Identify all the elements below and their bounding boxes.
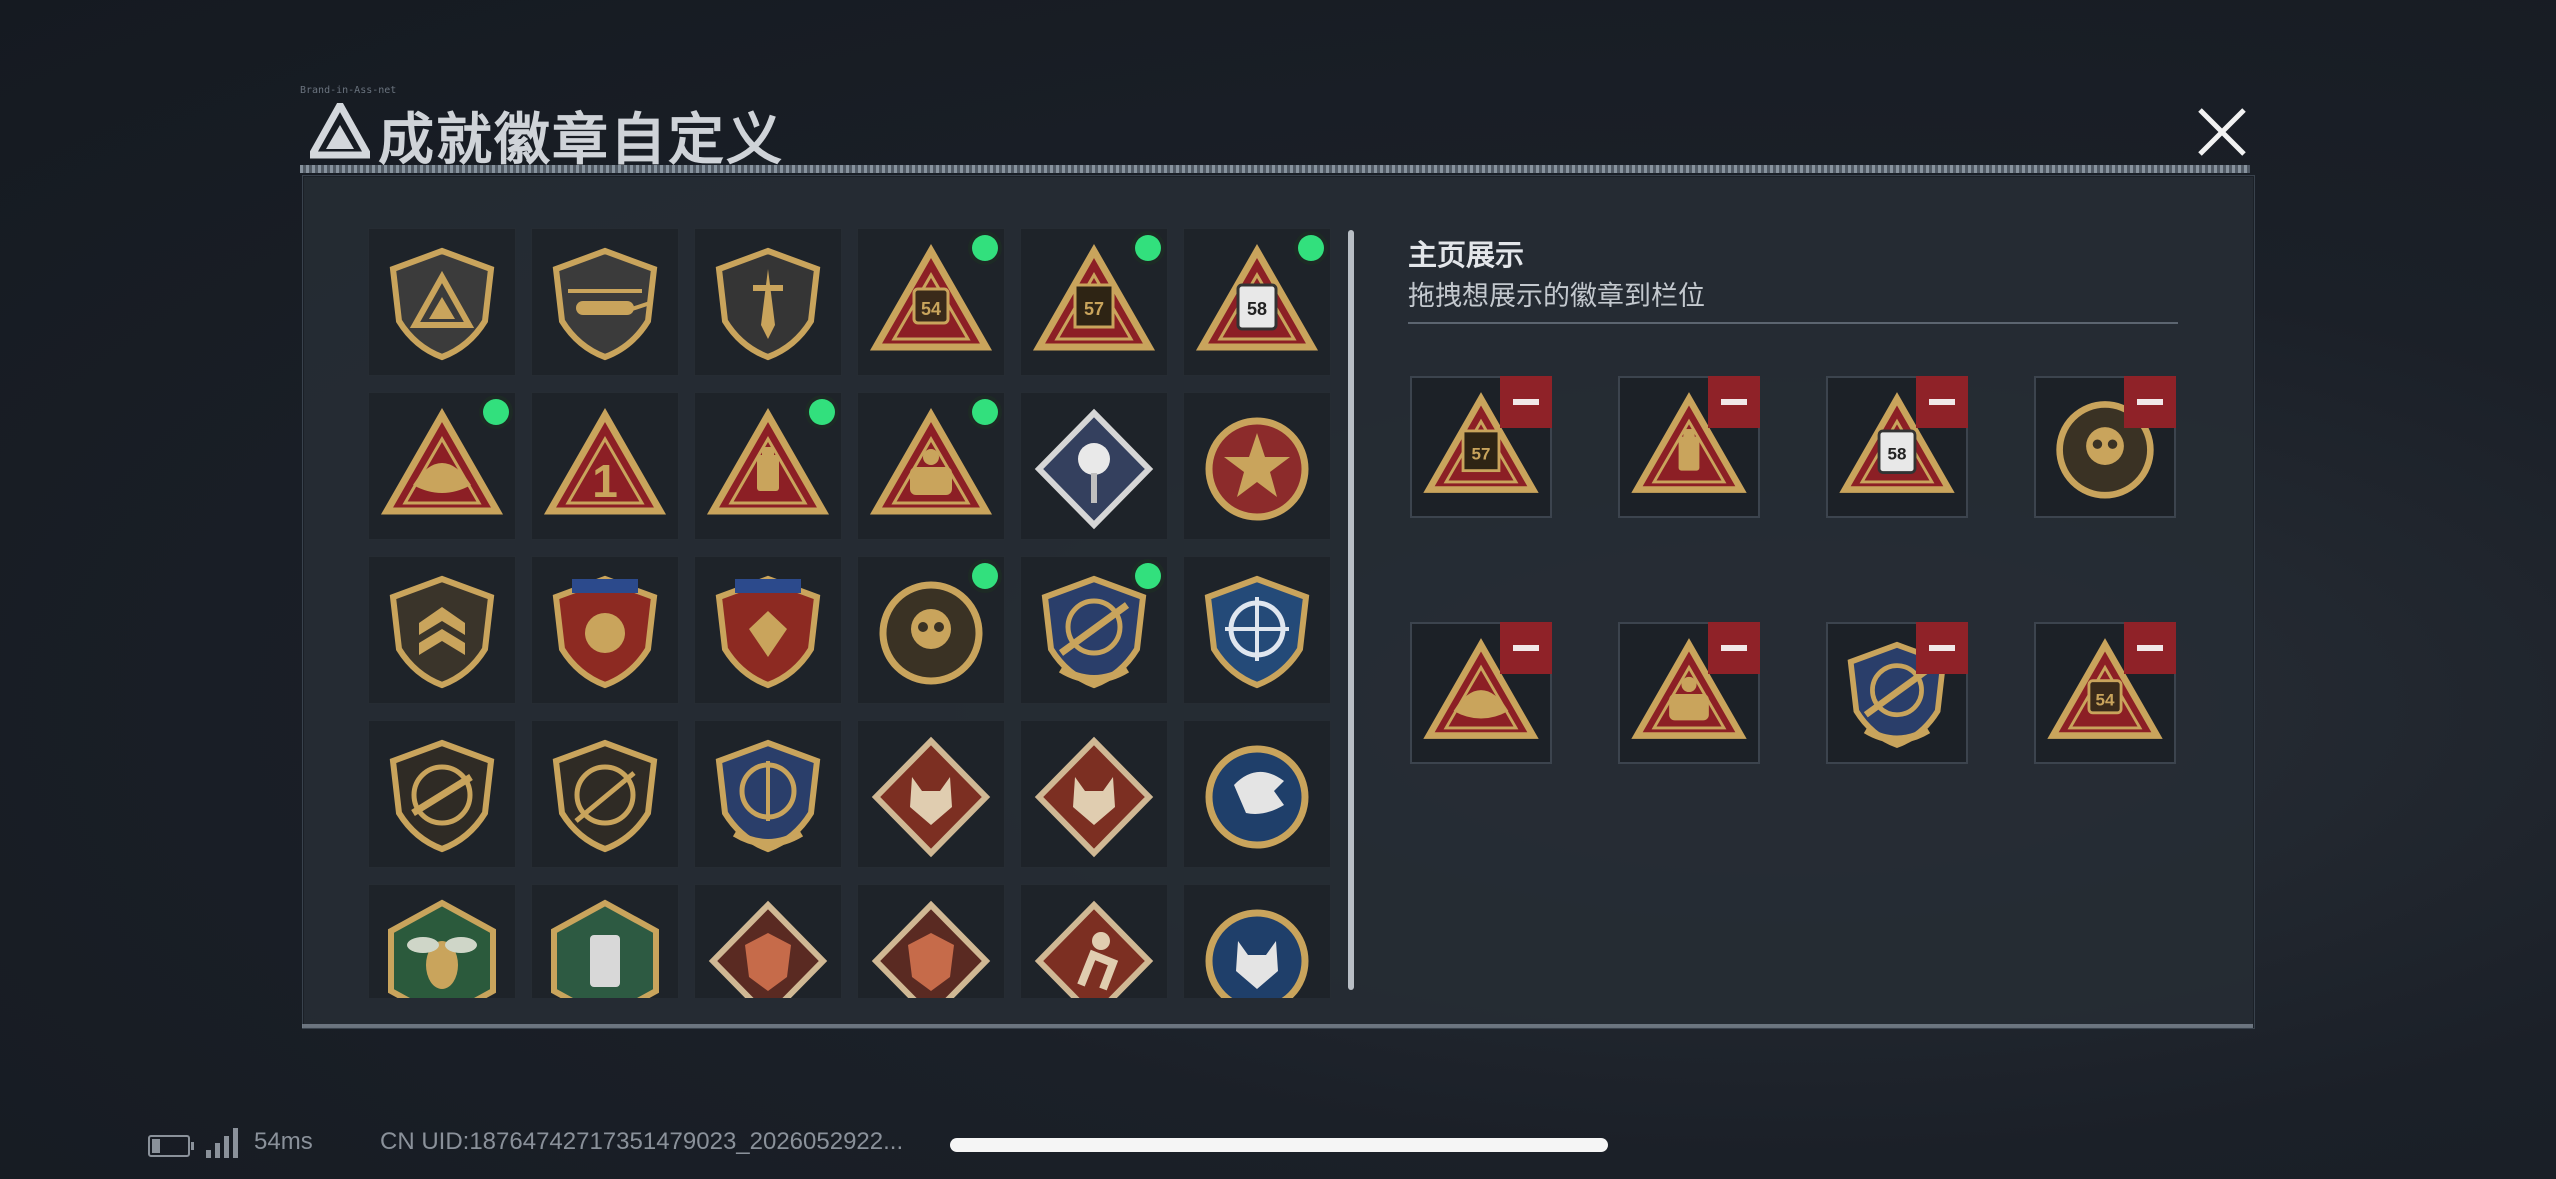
badge-cell[interactable]: 57 — [1020, 228, 1168, 376]
dragon-badge — [708, 900, 828, 998]
badge-cell[interactable] — [368, 556, 516, 704]
eagle-circle-badge — [1205, 745, 1309, 849]
close-icon[interactable] — [2190, 100, 2254, 164]
badge-cell[interactable] — [531, 720, 679, 868]
badge-cell[interactable]: 1 — [531, 392, 679, 540]
helicopter-shield-badge — [552, 247, 658, 361]
showcase-divider — [1408, 322, 2178, 324]
badge-cell[interactable] — [1020, 392, 1168, 540]
badge-cell[interactable] — [857, 884, 1005, 998]
showcase-slot[interactable]: 57 — [1410, 376, 1552, 518]
wolf-diamond-2-badge — [1034, 736, 1154, 858]
sniper-shield-badge — [552, 739, 658, 853]
remove-badge-button[interactable] — [1708, 376, 1760, 428]
remove-badge-button[interactable] — [1500, 622, 1552, 674]
remove-badge-button[interactable] — [2124, 376, 2176, 428]
shield-logo-badge — [389, 247, 495, 361]
ping-readout: 54ms — [254, 1128, 313, 1155]
svg-text:57: 57 — [1472, 444, 1491, 463]
showcase-slot[interactable] — [1618, 376, 1760, 518]
badge-cell[interactable] — [857, 556, 1005, 704]
badge-cell[interactable]: 54 — [857, 228, 1005, 376]
panel-bottom-edge — [302, 1024, 2253, 1028]
dagger-shield-badge — [715, 247, 821, 361]
badge-cell[interactable] — [694, 228, 842, 376]
badge-cell[interactable] — [368, 392, 516, 540]
svg-text:54: 54 — [2096, 690, 2115, 709]
badge-cell[interactable] — [1183, 720, 1331, 868]
badge-cell[interactable] — [857, 392, 1005, 540]
signal-icon — [206, 1128, 242, 1158]
wolf-diamond-badge — [871, 736, 991, 858]
badge-cell[interactable] — [857, 720, 1005, 868]
badge-cell[interactable] — [694, 556, 842, 704]
badge-cell[interactable]: 58 — [1183, 228, 1331, 376]
badge-cell[interactable] — [368, 720, 516, 868]
badge-cell[interactable] — [1183, 884, 1331, 998]
badge-cell[interactable] — [531, 556, 679, 704]
showcase-subtitle: 拖拽想展示的徽章到栏位 — [1408, 281, 1705, 311]
ribbon-shield-badge — [552, 575, 658, 689]
selected-indicator — [809, 399, 835, 425]
badge-cell[interactable] — [694, 720, 842, 868]
remove-badge-button[interactable] — [2124, 622, 2176, 674]
showcase-slot[interactable] — [1826, 622, 1968, 764]
badge-cell[interactable] — [368, 228, 516, 376]
title-divider — [300, 165, 2250, 173]
badge-cell[interactable] — [1183, 556, 1331, 704]
showcase-slot[interactable] — [1618, 622, 1760, 764]
remove-badge-button[interactable] — [1916, 622, 1968, 674]
hornet-hex-badge — [388, 899, 496, 998]
badge-cell[interactable] — [1183, 392, 1331, 540]
selected-indicator — [1135, 563, 1161, 589]
svg-text:54: 54 — [921, 299, 941, 319]
star-emblem-badge — [1205, 417, 1309, 521]
uid-readout: CN UID:18764742717351479023_2026052922..… — [380, 1128, 904, 1155]
target-laurel-badge — [715, 739, 821, 853]
wing-shield-badge — [389, 575, 495, 689]
badge-cell[interactable] — [694, 392, 842, 540]
title-bar: Brand-in-Ass-net 成就徽章自定义 — [300, 85, 2250, 175]
svg-text:57: 57 — [1084, 299, 1104, 319]
selected-indicator — [972, 399, 998, 425]
rose-diamond-badge — [1034, 408, 1154, 530]
selected-indicator — [483, 399, 509, 425]
showcase-slot[interactable]: 54 — [2034, 622, 2176, 764]
showcase-slot[interactable] — [2034, 376, 2176, 518]
runner-diamond-badge — [1034, 900, 1154, 998]
svg-text:58: 58 — [1247, 299, 1267, 319]
badge-grid: 54 57 58 1 — [368, 228, 1336, 998]
home-indicator[interactable] — [950, 1138, 1608, 1152]
badge-cell[interactable] — [1020, 884, 1168, 998]
badge-cell[interactable] — [1020, 556, 1168, 704]
badge-cell[interactable] — [531, 228, 679, 376]
remove-badge-button[interactable] — [1916, 376, 1968, 428]
svg-text:58: 58 — [1888, 444, 1907, 463]
green-hex-badge — [551, 899, 659, 998]
selected-indicator — [1298, 235, 1324, 261]
game-logo-icon — [310, 103, 370, 159]
badge-cell[interactable] — [1020, 720, 1168, 868]
showcase-title: 主页展示 — [1408, 240, 1525, 272]
dragon-2-badge — [871, 900, 991, 998]
badge-cell[interactable] — [531, 884, 679, 998]
showcase-slot[interactable]: 58 — [1826, 376, 1968, 518]
lynx-circle-badge — [1205, 909, 1309, 998]
selected-indicator — [972, 235, 998, 261]
selected-indicator — [972, 563, 998, 589]
selected-indicator — [1135, 235, 1161, 261]
grid-scrollbar[interactable] — [1348, 230, 1354, 990]
blue-crosshair-badge — [1204, 575, 1310, 689]
remove-badge-button[interactable] — [1500, 376, 1552, 428]
page-title: 成就徽章自定义 — [378, 108, 784, 171]
battery-icon — [148, 1135, 194, 1157]
rifle-shield-badge — [389, 739, 495, 853]
remove-badge-button[interactable] — [1708, 622, 1760, 674]
showcase-slot[interactable] — [1410, 622, 1552, 764]
svg-text:1: 1 — [592, 455, 618, 507]
triangle-1-badge: 1 — [543, 407, 667, 515]
badge-cell[interactable] — [368, 884, 516, 998]
ribbon-gem-badge — [715, 575, 821, 689]
badge-cell[interactable] — [694, 884, 842, 998]
